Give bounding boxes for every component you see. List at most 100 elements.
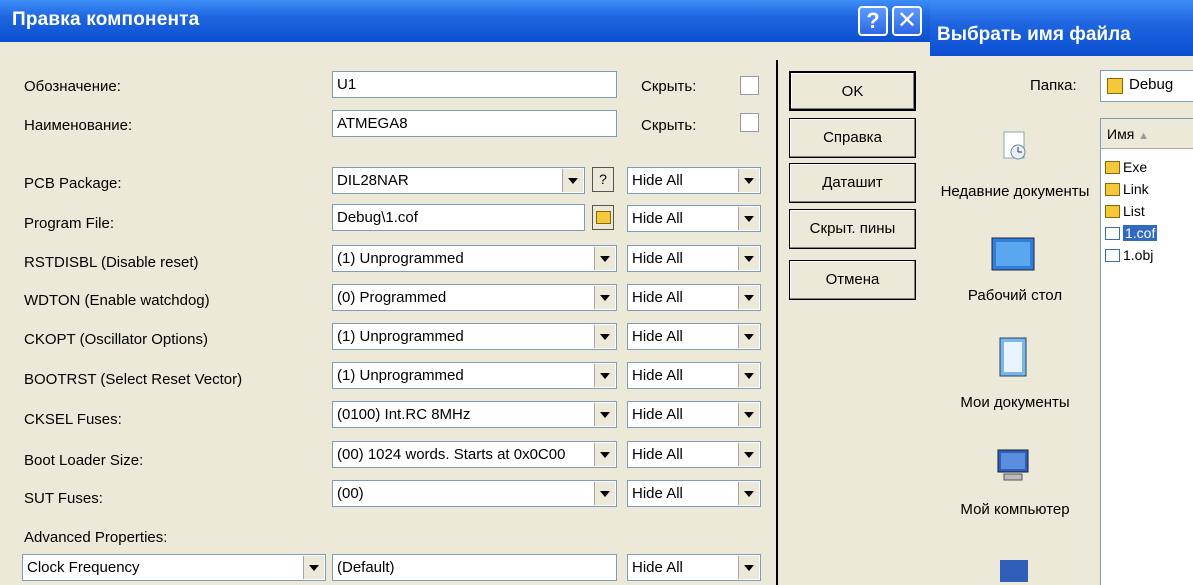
pcb-package-hide-value: Hide All [632,172,683,189]
list-item[interactable]: Link [1105,179,1149,199]
cksel-hide-select[interactable]: Hide All [627,401,761,428]
cancel-button[interactable]: Отмена [789,260,916,300]
advanced-value-input[interactable]: (Default) [332,554,617,581]
chevron-down-icon[interactable] [738,443,759,466]
chevron-down-icon[interactable] [303,556,324,579]
boot-loader-size-hide-select[interactable]: Hide All [627,441,761,468]
chevron-down-icon[interactable] [738,482,759,505]
help-button[interactable]: Справка [789,118,916,158]
list-item[interactable]: List [1105,201,1145,221]
file-list[interactable]: Имя ▲ Exe Link List 1.cof 1.obj [1100,118,1193,585]
chevron-down-icon[interactable] [594,364,615,387]
chevron-down-icon[interactable] [594,482,615,505]
rstdisbl-select[interactable]: (1) Unprogrammed [332,245,617,272]
name-label: Наименование: [24,117,133,134]
pcb-package-hide-select[interactable]: Hide All [627,167,761,194]
bootrst-select[interactable]: (1) Unprogrammed [332,362,617,389]
list-item[interactable]: Exe [1105,157,1147,177]
chevron-down-icon[interactable] [738,247,759,270]
ckopt-value: (1) Unprogrammed [337,328,464,345]
dialog-title: Правка компонента [12,9,200,30]
pcb-package-value: DIL28NAR [337,172,409,189]
folder-select[interactable]: Debug [1100,70,1193,102]
bootrst-hide-value: Hide All [632,367,683,384]
bootrst-value: (1) Unprogrammed [337,367,464,384]
cksel-value: (0100) Int.RC 8MHz [337,406,471,423]
chevron-down-icon[interactable] [738,364,759,387]
folder-icon [1105,205,1120,218]
chevron-down-icon[interactable] [738,403,759,426]
my-documents-label[interactable]: Мои документы [930,393,1100,412]
folder-icon [1105,183,1120,196]
chevron-down-icon[interactable] [594,403,615,426]
close-title-button[interactable]: ✕ [892,6,922,36]
boot-loader-size-label: Boot Loader Size: [24,452,144,469]
sut-fuses-select[interactable]: (00) [332,480,617,507]
desktop-icon[interactable] [990,236,1036,276]
name-hide-checkbox[interactable] [740,113,759,132]
designation-hide-checkbox[interactable] [740,76,759,95]
chevron-down-icon[interactable] [594,443,615,466]
chevron-down-icon[interactable] [738,207,759,230]
file-dialog-title: Выбрать имя файла [937,24,1131,45]
chevron-down-icon[interactable] [738,556,759,579]
designation-label: Обозначение: [24,78,121,95]
chevron-down-icon[interactable] [594,325,615,348]
recent-documents-icon[interactable] [998,130,1030,162]
ckopt-hide-select[interactable]: Hide All [627,323,761,350]
list-item[interactable]: 1.cof [1105,223,1158,243]
advanced-hide-select[interactable]: Hide All [627,554,761,581]
vertical-divider [776,60,778,585]
list-item[interactable]: 1.obj [1105,245,1153,265]
chevron-down-icon[interactable] [738,286,759,309]
chevron-down-icon[interactable] [738,325,759,348]
dialog-titlebar: Правка компонента ? ✕ [0,0,930,42]
boot-loader-size-value: (00) 1024 words. Starts at 0x0C00 [337,446,566,463]
name-column-header[interactable]: Имя ▲ [1101,119,1193,149]
wdton-hide-select[interactable]: Hide All [627,284,761,311]
chevron-down-icon[interactable] [562,169,583,192]
edit-component-dialog: Правка компонента ? ✕ Обозначение: U1 Ск… [0,0,930,585]
file-icon [1105,249,1120,262]
cksel-hide-value: Hide All [632,406,683,423]
my-computer-label[interactable]: Мой компьютер [930,500,1100,519]
name-column-label: Имя [1107,126,1135,142]
pcb-package-help-button[interactable]: ? [592,167,614,192]
sut-fuses-hide-select[interactable]: Hide All [627,480,761,507]
help-title-button[interactable]: ? [858,6,888,36]
browse-file-button[interactable] [592,205,614,230]
desktop-label[interactable]: Рабочий стол [930,286,1100,305]
select-file-dialog: Выбрать имя файла Папка: Debug Недавние … [930,0,1193,585]
advanced-property-select[interactable]: Clock Frequency [22,554,326,581]
boot-loader-size-hide-value: Hide All [632,446,683,463]
boot-loader-size-select[interactable]: (00) 1024 words. Starts at 0x0C00 [332,441,617,468]
ckopt-label: CKOPT (Oscillator Options) [24,331,208,348]
my-documents-icon[interactable] [996,336,1032,380]
wdton-select[interactable]: (0) Programmed [332,284,617,311]
ok-button[interactable]: OK [789,71,916,111]
hidden-pins-button[interactable]: Скрыт. пины [789,209,916,249]
name-input[interactable]: ATMEGA8 [332,110,617,137]
my-computer-icon[interactable] [994,446,1034,486]
sut-fuses-value: (00) [337,485,364,502]
chevron-down-icon[interactable] [594,247,615,270]
cksel-select[interactable]: (0100) Int.RC 8MHz [332,401,617,428]
folder-value: Debug [1129,76,1174,93]
name-hide-label: Скрыть: [641,117,697,134]
designation-input[interactable]: U1 [332,71,617,98]
pcb-package-select[interactable]: DIL28NAR [332,167,585,194]
recent-documents-label[interactable]: Недавние документы [930,182,1100,201]
folder-icon [596,211,611,224]
network-icon[interactable] [996,556,1032,585]
program-file-hide-select[interactable]: Hide All [627,205,761,232]
folder-icon [1107,78,1123,94]
ckopt-select[interactable]: (1) Unprogrammed [332,323,617,350]
wdton-label: WDTON (Enable watchdog) [24,292,210,309]
chevron-down-icon[interactable] [738,169,759,192]
advanced-property-value: Clock Frequency [27,559,140,576]
program-file-input[interactable]: Debug\1.cof [332,204,585,231]
bootrst-hide-select[interactable]: Hide All [627,362,761,389]
rstdisbl-hide-select[interactable]: Hide All [627,245,761,272]
datasheet-button[interactable]: Даташит [789,163,916,203]
chevron-down-icon[interactable] [594,286,615,309]
